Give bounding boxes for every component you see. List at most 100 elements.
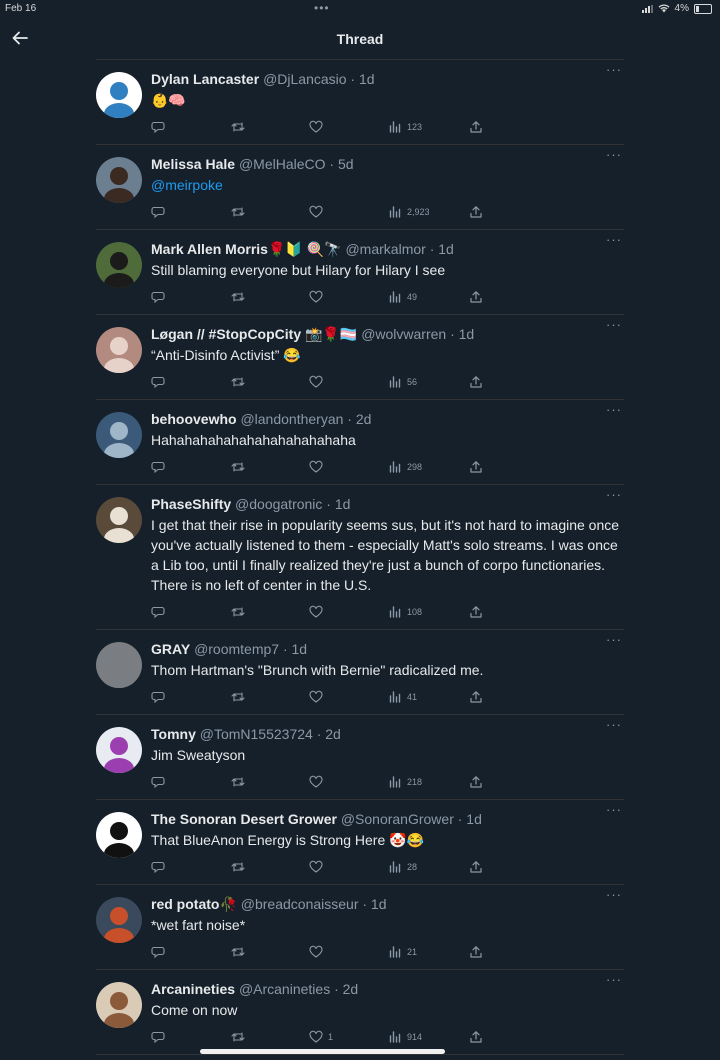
reply-tweet[interactable]: Løgan // #StopCopCity 📸🌹🏳️‍⚧️ @wolvwarre…: [96, 315, 624, 400]
handle-and-time[interactable]: @TomN15523724 · 2d: [200, 726, 341, 742]
share-button[interactable]: [469, 290, 483, 304]
avatar[interactable]: [96, 412, 142, 458]
handle-and-time[interactable]: @landontheryan · 2d: [240, 411, 371, 427]
reply-button[interactable]: [151, 690, 165, 704]
reply-button[interactable]: [151, 945, 165, 959]
multitasking-dots-icon[interactable]: •••: [314, 1, 330, 15]
more-options-icon[interactable]: ···: [606, 717, 622, 732]
display-name[interactable]: GRAY: [151, 641, 190, 657]
handle-and-time[interactable]: @doogatronic · 1d: [235, 496, 350, 512]
retweet-button[interactable]: [231, 205, 245, 219]
like-button[interactable]: [309, 460, 328, 474]
reply-button[interactable]: [151, 460, 165, 474]
share-button[interactable]: [469, 205, 483, 219]
reply-tweet[interactable]: behoovewho @landontheryan · 2d Hahahahah…: [96, 400, 624, 485]
reply-tweet[interactable]: The Sonoran Desert Grower @SonoranGrower…: [96, 800, 624, 885]
retweet-button[interactable]: [231, 290, 245, 304]
handle-and-time[interactable]: @DjLancasio · 1d: [263, 71, 375, 87]
views-button[interactable]: 914: [388, 1030, 422, 1044]
reply-tweet[interactable]: PhaseShifty @doogatronic · 1d I get that…: [96, 485, 624, 630]
like-button[interactable]: [309, 605, 328, 619]
avatar[interactable]: [96, 982, 142, 1028]
share-button[interactable]: [469, 120, 483, 134]
reply-button[interactable]: [151, 1030, 165, 1044]
reply-tweet[interactable]: Mark Allen Morris🌹🔰 🍭🔭 @markalmor · 1d S…: [96, 230, 624, 315]
more-options-icon[interactable]: ···: [606, 632, 622, 647]
handle-and-time[interactable]: @markalmor · 1d: [345, 241, 453, 257]
handle-and-time[interactable]: @SonoranGrower · 1d: [341, 811, 482, 827]
like-button[interactable]: [309, 375, 328, 389]
views-button[interactable]: 298: [388, 460, 422, 474]
like-button[interactable]: [309, 205, 328, 219]
share-button[interactable]: [469, 375, 483, 389]
display-name[interactable]: Arcanineties: [151, 981, 235, 997]
avatar[interactable]: [96, 72, 142, 118]
views-button[interactable]: 108: [388, 605, 422, 619]
reply-tweet[interactable]: Arcanineties @Arcanineties · 2d Come on …: [96, 970, 624, 1055]
home-indicator[interactable]: [200, 1049, 445, 1054]
avatar[interactable]: [96, 897, 142, 943]
retweet-button[interactable]: [231, 605, 245, 619]
more-options-icon[interactable]: ···: [606, 487, 622, 502]
more-options-icon[interactable]: ···: [606, 147, 622, 162]
reply-button[interactable]: [151, 290, 165, 304]
reply-tweet[interactable]: Dylan Lancaster @DjLancasio · 1d 👶🧠 ··· …: [96, 60, 624, 145]
views-button[interactable]: 123: [388, 120, 422, 134]
more-options-icon[interactable]: ···: [606, 317, 622, 332]
like-button[interactable]: [309, 290, 328, 304]
retweet-button[interactable]: [231, 690, 245, 704]
display-name[interactable]: Mark Allen Morris🌹🔰 🍭🔭: [151, 241, 342, 257]
display-name[interactable]: Tomny: [151, 726, 196, 742]
handle-and-time[interactable]: @wolvwarren · 1d: [361, 326, 474, 342]
like-button[interactable]: [309, 860, 328, 874]
more-options-icon[interactable]: ···: [606, 972, 622, 987]
display-name[interactable]: Dylan Lancaster: [151, 71, 259, 87]
reply-button[interactable]: [151, 205, 165, 219]
avatar[interactable]: [96, 242, 142, 288]
retweet-button[interactable]: [231, 860, 245, 874]
more-options-icon[interactable]: ···: [606, 232, 622, 247]
views-button[interactable]: 41: [388, 690, 417, 704]
reply-tweet[interactable]: red potato🥀 @breadconaisseur · 1d *wet f…: [96, 885, 624, 970]
share-button[interactable]: [469, 460, 483, 474]
retweet-button[interactable]: [231, 375, 245, 389]
share-button[interactable]: [469, 690, 483, 704]
like-button[interactable]: [309, 690, 328, 704]
handle-and-time[interactable]: @Arcanineties · 2d: [239, 981, 358, 997]
views-button[interactable]: 28: [388, 860, 417, 874]
more-options-icon[interactable]: ···: [606, 802, 622, 817]
views-button[interactable]: 56: [388, 375, 417, 389]
like-button[interactable]: [309, 775, 328, 789]
avatar[interactable]: [96, 327, 142, 373]
display-name[interactable]: PhaseShifty: [151, 496, 231, 512]
more-options-icon[interactable]: ···: [606, 402, 622, 417]
handle-and-time[interactable]: @breadconaisseur · 1d: [241, 896, 387, 912]
handle-and-time[interactable]: @roomtemp7 · 1d: [194, 641, 307, 657]
more-options-icon[interactable]: ···: [606, 62, 622, 77]
display-name[interactable]: Løgan // #StopCopCity 📸🌹🏳️‍⚧️: [151, 326, 357, 342]
display-name[interactable]: Melissa Hale: [151, 156, 235, 172]
reply-button[interactable]: [151, 860, 165, 874]
retweet-button[interactable]: [231, 1030, 245, 1044]
avatar[interactable]: [96, 812, 142, 858]
display-name[interactable]: The Sonoran Desert Grower: [151, 811, 337, 827]
reply-tweet[interactable]: Melissa Hale @MelHaleCO · 5d @meirpoke ·…: [96, 145, 624, 230]
views-button[interactable]: 2,923: [388, 205, 430, 219]
reply-button[interactable]: [151, 120, 165, 134]
like-button[interactable]: 1: [309, 1030, 333, 1044]
like-button[interactable]: [309, 945, 328, 959]
reply-button[interactable]: [151, 375, 165, 389]
reply-button[interactable]: [151, 775, 165, 789]
share-button[interactable]: [469, 945, 483, 959]
display-name[interactable]: behoovewho: [151, 411, 237, 427]
avatar[interactable]: [96, 497, 142, 543]
like-button[interactable]: [309, 120, 328, 134]
views-button[interactable]: 49: [388, 290, 417, 304]
retweet-button[interactable]: [231, 460, 245, 474]
handle-and-time[interactable]: @MelHaleCO · 5d: [239, 156, 354, 172]
avatar[interactable]: [96, 157, 142, 203]
share-button[interactable]: [469, 1030, 483, 1044]
retweet-button[interactable]: [231, 945, 245, 959]
views-button[interactable]: 21: [388, 945, 417, 959]
share-button[interactable]: [469, 775, 483, 789]
